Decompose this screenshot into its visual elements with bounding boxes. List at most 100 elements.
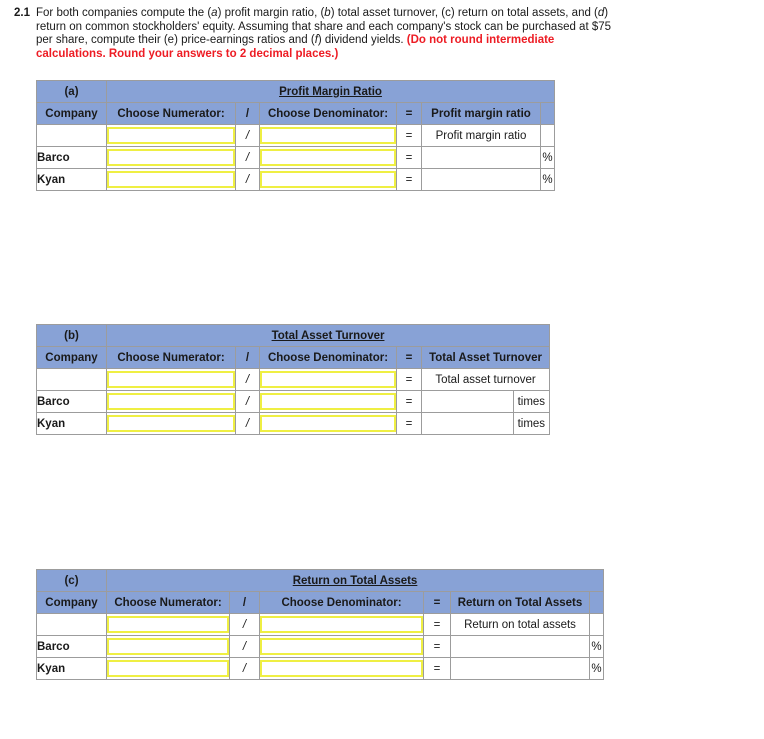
denominator-input[interactable] bbox=[260, 171, 396, 188]
table-b-col-slash: / bbox=[235, 346, 260, 369]
table-row: Barco / = % bbox=[36, 635, 605, 658]
table-c-row2-equals: = bbox=[423, 657, 451, 680]
denominator-input[interactable] bbox=[260, 415, 396, 432]
numerator-input[interactable] bbox=[107, 171, 235, 188]
table-a-row0-slash: / bbox=[235, 124, 260, 147]
question-number: 2.1 bbox=[14, 7, 30, 19]
table-c-col-numerator: Choose Numerator: bbox=[106, 591, 230, 614]
table-row: / = Profit margin ratio bbox=[36, 124, 555, 147]
table-b-col-company: Company bbox=[36, 346, 107, 369]
table-b-row1-slash: / bbox=[235, 390, 260, 413]
table-c-row1-denominator-cell[interactable] bbox=[259, 635, 424, 658]
table-b-row2-result-cell: times bbox=[420, 412, 551, 435]
table-b-row2-denominator-cell[interactable] bbox=[259, 412, 397, 435]
table-a-row1-equals: = bbox=[396, 146, 422, 169]
table-row: Kyan / = % bbox=[36, 168, 555, 191]
table-c-row1-company: Barco bbox=[36, 635, 107, 658]
table-b-row1-numerator-cell[interactable] bbox=[106, 390, 236, 413]
table-a-row1-company: Barco bbox=[36, 146, 107, 169]
question-text-segment: ) total asset turnover, (c) return on to… bbox=[330, 7, 598, 19]
table-a-row0-denominator-cell[interactable] bbox=[259, 124, 397, 147]
numerator-input[interactable] bbox=[107, 127, 235, 144]
table-a-col-equals: = bbox=[396, 102, 422, 125]
numerator-input[interactable] bbox=[107, 415, 235, 432]
table-b-col-numerator: Choose Numerator: bbox=[106, 346, 236, 369]
table-a-row0-numerator-cell[interactable] bbox=[106, 124, 236, 147]
question-text: For both companies compute the (a) profi… bbox=[36, 0, 620, 61]
question-text-segment: For both companies compute the ( bbox=[36, 7, 212, 19]
table-b-row2-equals: = bbox=[396, 412, 422, 435]
denominator-input[interactable] bbox=[260, 149, 396, 166]
denominator-input[interactable] bbox=[260, 616, 423, 633]
numerator-input[interactable] bbox=[107, 638, 229, 655]
table-a-row1-denominator-cell[interactable] bbox=[259, 146, 397, 169]
table-a-col-unit bbox=[540, 102, 555, 125]
table-b-part-label: (b) bbox=[36, 324, 107, 347]
table-row: Kyan / = % bbox=[36, 657, 605, 680]
table-b-row1-result-cell: times bbox=[420, 390, 551, 413]
table-b-row2-slash: / bbox=[235, 412, 260, 435]
table-c-row0-slash: / bbox=[229, 613, 260, 636]
table-a-col-company: Company bbox=[36, 102, 107, 125]
numerator-input[interactable] bbox=[107, 371, 235, 388]
table-c-row0-denominator-cell[interactable] bbox=[259, 613, 424, 636]
table-row: / = Total asset turnover bbox=[36, 368, 551, 391]
table-c-row2-unit: % bbox=[588, 657, 605, 680]
table-c-row2-denominator-cell[interactable] bbox=[259, 657, 424, 680]
table-a-row0-unit bbox=[540, 124, 555, 147]
table-b-row2-company: Kyan bbox=[36, 412, 107, 435]
denominator-input[interactable] bbox=[260, 127, 396, 144]
table-b-header-row: Company Choose Numerator: / Choose Denom… bbox=[36, 346, 551, 369]
table-a-row2-numerator-cell[interactable] bbox=[106, 168, 236, 191]
table-b-row0-equals: = bbox=[396, 368, 422, 391]
table-row: Kyan / = times bbox=[36, 412, 551, 435]
table-a-row2-result bbox=[421, 168, 541, 191]
table-c-row0-numerator-cell[interactable] bbox=[106, 613, 230, 636]
table-b-row2-numerator-cell[interactable] bbox=[106, 412, 236, 435]
table-a-row0-company bbox=[36, 124, 107, 147]
table-a-row1-unit: % bbox=[540, 146, 555, 169]
table-row: / = Return on total assets bbox=[36, 613, 605, 636]
numerator-input[interactable] bbox=[107, 616, 229, 633]
question-block: 2.1 For both companies compute the (a) p… bbox=[0, 0, 620, 61]
table-a-row2-company: Kyan bbox=[36, 168, 107, 191]
table-b-row2-unit: times bbox=[512, 413, 549, 434]
table-a-row0-equals: = bbox=[396, 124, 422, 147]
denominator-input[interactable] bbox=[260, 660, 423, 677]
table-c-row2-numerator-cell[interactable] bbox=[106, 657, 230, 680]
table-c-col-equals: = bbox=[423, 591, 451, 614]
numerator-input[interactable] bbox=[107, 149, 235, 166]
table-row: Barco / = times bbox=[36, 390, 551, 413]
table-b-result-caption: Total asset turnover bbox=[420, 368, 551, 391]
ratio-table-return-on-total-assets: (c) Return on Total Assets Company Choos… bbox=[36, 569, 605, 680]
numerator-input[interactable] bbox=[107, 660, 229, 677]
table-a-col-numerator: Choose Numerator: bbox=[106, 102, 236, 125]
table-a-title: Profit Margin Ratio bbox=[106, 80, 555, 103]
table-a-row1-result bbox=[421, 146, 541, 169]
denominator-input[interactable] bbox=[260, 638, 423, 655]
table-a-col-result: Profit margin ratio bbox=[421, 102, 541, 125]
denominator-input[interactable] bbox=[260, 371, 396, 388]
table-b-row0-numerator-cell[interactable] bbox=[106, 368, 236, 391]
table-c-row2-slash: / bbox=[229, 657, 260, 680]
question-text-segment: ) dividend yields. bbox=[317, 34, 407, 46]
table-b-row1-denominator-cell[interactable] bbox=[259, 390, 397, 413]
table-a-row2-equals: = bbox=[396, 168, 422, 191]
table-c-part-label: (c) bbox=[36, 569, 107, 592]
numerator-input[interactable] bbox=[107, 393, 235, 410]
ratio-table-profit-margin: (a) Profit Margin Ratio Company Choose N… bbox=[36, 80, 555, 191]
table-c-col-denominator: Choose Denominator: bbox=[259, 591, 424, 614]
table-c-col-result: Return on Total Assets bbox=[450, 591, 590, 614]
table-b-row2-result bbox=[423, 414, 513, 434]
denominator-input[interactable] bbox=[260, 393, 396, 410]
ratio-table-total-asset-turnover: (b) Total Asset Turnover Company Choose … bbox=[36, 324, 551, 435]
table-b-row1-company: Barco bbox=[36, 390, 107, 413]
table-b-row0-denominator-cell[interactable] bbox=[259, 368, 397, 391]
table-a-row2-denominator-cell[interactable] bbox=[259, 168, 397, 191]
question-text-segment: ) profit margin ratio, ( bbox=[217, 7, 325, 19]
table-c-row0-equals: = bbox=[423, 613, 451, 636]
table-a-row1-numerator-cell[interactable] bbox=[106, 146, 236, 169]
table-c-result-caption: Return on total assets bbox=[450, 613, 590, 636]
table-a-col-denominator: Choose Denominator: bbox=[259, 102, 397, 125]
table-c-row1-numerator-cell[interactable] bbox=[106, 635, 230, 658]
